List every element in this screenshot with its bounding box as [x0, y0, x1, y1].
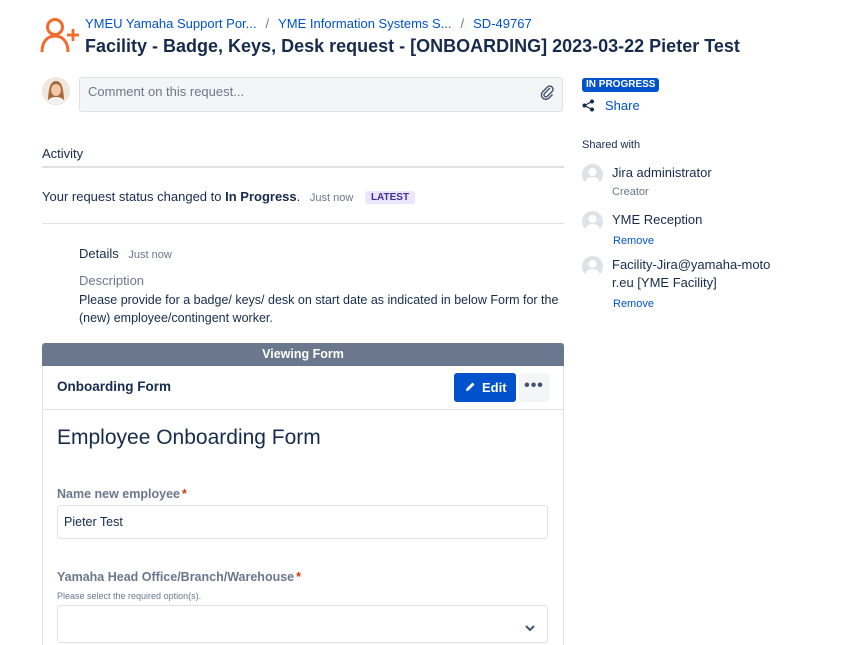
status-divider — [42, 223, 564, 224]
status-change-time: Just now — [309, 192, 354, 204]
status-change-text: Your request status changed to — [42, 189, 222, 204]
comment-placeholder: Comment on this request... — [88, 84, 245, 99]
pencil-icon — [466, 382, 475, 391]
edit-button[interactable]: Edit — [454, 373, 516, 402]
paperclip-icon[interactable] — [540, 84, 554, 101]
breadcrumb-project[interactable]: YME Information Systems S... — [278, 16, 451, 31]
description-text: Please provide for a badge/ keys/ desk o… — [79, 293, 559, 325]
edit-button-label: Edit — [482, 380, 507, 395]
avatar — [582, 256, 603, 277]
shared-person-name: YME Reception — [612, 212, 703, 227]
shared-person-name: Jira administrator — [612, 165, 712, 180]
required-mark: * — [296, 570, 301, 584]
shared-with-heading: Shared with — [582, 139, 641, 151]
breadcrumb-issue-key[interactable]: SD-49767 — [473, 16, 532, 31]
more-actions-button[interactable]: ••• — [519, 373, 549, 402]
form-card: Onboarding Form Edit ••• Employee Onboar… — [42, 366, 564, 645]
chevron-down-icon — [525, 619, 535, 637]
shared-person-role: Creator — [612, 186, 649, 198]
activity-divider — [42, 166, 564, 168]
field-label-name: Name new employee * — [57, 487, 187, 501]
details-entry: Details Just now — [79, 246, 172, 261]
name-new-employee-field[interactable]: Pieter Test — [57, 505, 548, 539]
activity-heading: Activity — [42, 146, 84, 161]
form-card-toolbar: Onboarding Form Edit ••• — [43, 366, 563, 410]
share-label: Share — [605, 98, 640, 113]
page-title: Facility - Badge, Keys, Desk request - [… — [85, 36, 740, 56]
details-time: Just now — [128, 249, 172, 261]
form-title: Employee Onboarding Form — [57, 426, 321, 449]
current-user-avatar — [42, 77, 70, 105]
breadcrumb: YMEU Yamaha Support Por... / YME Informati… — [85, 16, 532, 31]
share-button[interactable]: Share — [582, 98, 640, 113]
breadcrumb-portal[interactable]: YMEU Yamaha Support Por... — [85, 16, 257, 31]
office-branch-select[interactable] — [57, 605, 548, 643]
field-label-office: Yamaha Head Office/Branch/Warehouse * — [57, 570, 301, 584]
remove-link[interactable]: Remove — [613, 235, 654, 247]
field-label-office-text: Yamaha Head Office/Branch/Warehouse — [57, 570, 295, 584]
description-label: Description — [79, 273, 145, 288]
share-icon — [582, 99, 594, 112]
field-label-name-text: Name new employee — [57, 487, 180, 501]
form-header: Viewing Form — [42, 343, 564, 366]
details-label: Details — [79, 246, 119, 261]
comment-input[interactable]: Comment on this request... — [79, 77, 563, 112]
avatar — [582, 211, 603, 232]
portal-logo-icon[interactable] — [40, 16, 82, 56]
status-change-value: In Progress — [225, 189, 297, 204]
remove-link[interactable]: Remove — [613, 298, 654, 310]
avatar — [582, 164, 603, 185]
status-change-suffix: . — [296, 189, 301, 204]
form-card-title: Onboarding Form — [57, 379, 171, 394]
required-mark: * — [181, 487, 187, 501]
latest-badge: LATEST — [364, 191, 416, 204]
status-change-entry: Your request status changed to In Progre… — [42, 189, 416, 204]
shared-person-name: Facility-Jira@yamaha-motor.eu [YME Facil… — [612, 257, 771, 290]
status-badge: IN PROGRESS — [582, 78, 660, 92]
field-hint: Please select the required option(s). — [57, 591, 202, 601]
